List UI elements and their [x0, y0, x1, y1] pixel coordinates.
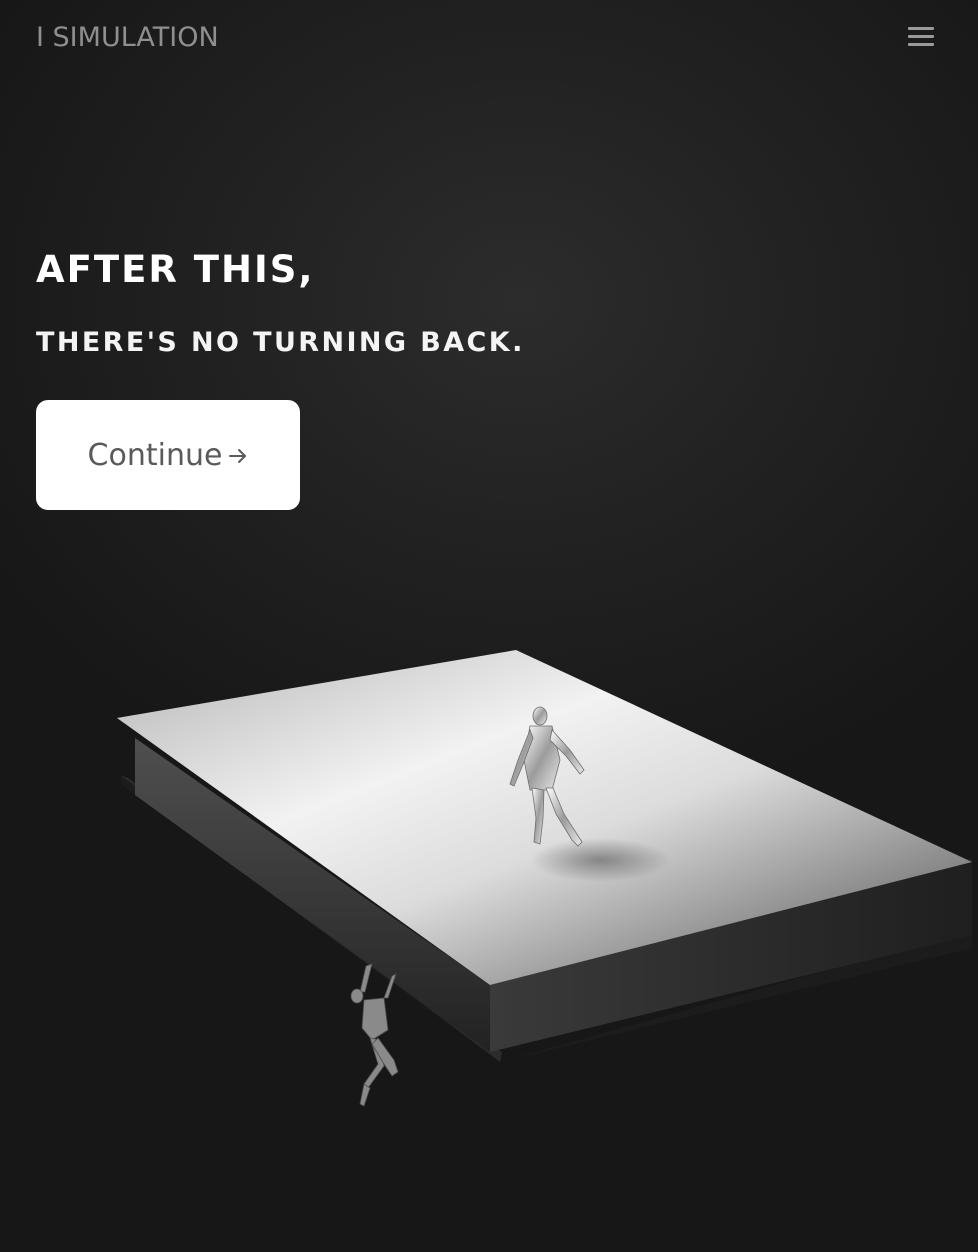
- menu-bar: [908, 27, 934, 30]
- continue-button-label: Continue: [87, 437, 223, 473]
- hero-subline: THERE'S NO TURNING BACK.: [36, 327, 525, 358]
- hero-headline: AFTER THIS,: [36, 248, 315, 291]
- hamburger-menu-icon[interactable]: [902, 22, 940, 54]
- menu-bar: [908, 43, 934, 46]
- arrow-right-icon: [229, 449, 247, 463]
- site-logo[interactable]: I SIMULATION: [36, 22, 219, 53]
- menu-bar: [908, 35, 934, 38]
- figure-shadow: [530, 838, 670, 882]
- page: I SIMULATION AFTER THIS, THERE'S NO TURN…: [0, 0, 978, 1252]
- hanging-figure: [350, 963, 399, 1107]
- hero-illustration: [117, 650, 972, 1107]
- continue-button[interactable]: Continue: [36, 400, 300, 510]
